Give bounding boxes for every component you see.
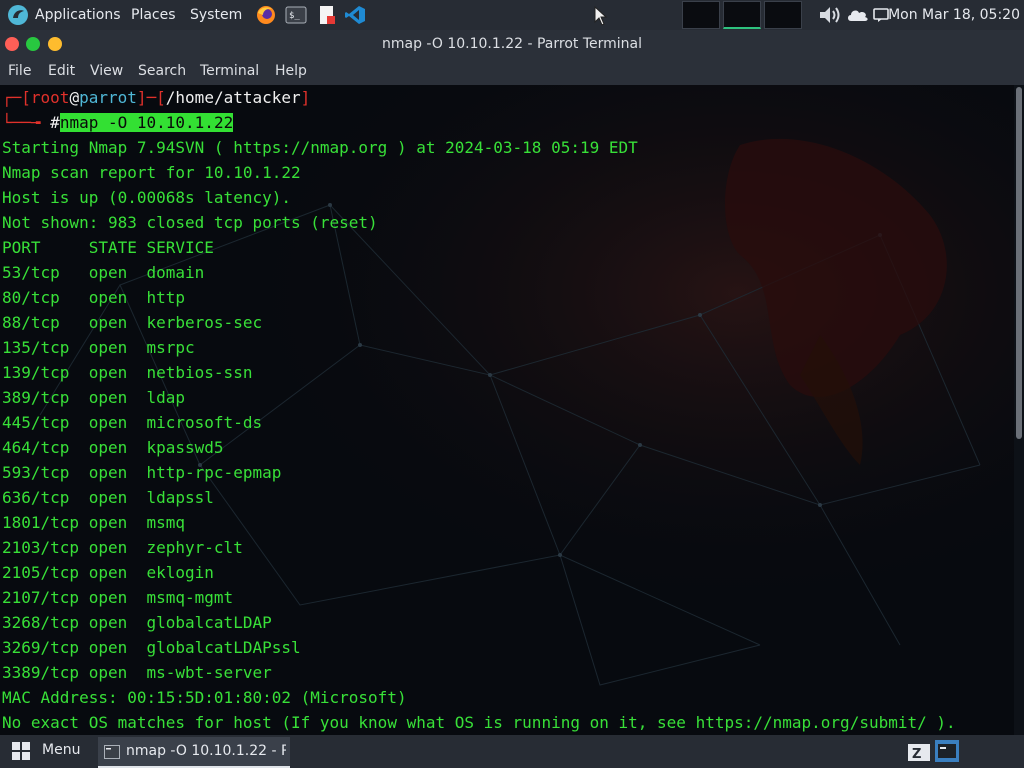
terminal-output-line: 135/tcp open msrpc xyxy=(2,338,195,357)
menu-search[interactable]: Search xyxy=(138,59,186,83)
terminal-output-line: Not shown: 983 closed tcp ports (reset) xyxy=(2,213,378,232)
menu-view[interactable]: View xyxy=(90,59,123,83)
terminal-output-line: No exact OS matches for host (If you kno… xyxy=(2,713,956,732)
scrollbar-thumb[interactable] xyxy=(1016,87,1022,439)
menu-terminal[interactable]: Terminal xyxy=(200,59,259,83)
archive-manager-icon[interactable]: Z xyxy=(907,741,931,767)
command-input[interactable]: nmap -O 10.10.1.22 xyxy=(59,113,234,132)
terminal-output-line: 1801/tcp open msmq xyxy=(2,513,186,532)
bottom-panel: Menu nmap -O 10.10.1.22 - P... Z xyxy=(0,735,1024,768)
terminal-area[interactable]: ┌─[root@parrot]─[/home/attacker] └──╼ #n… xyxy=(0,85,1024,735)
taskbar-item-label: nmap -O 10.10.1.22 - P... xyxy=(126,743,286,759)
prompt-line-2: └──╼ #nmap -O 10.10.1.22 xyxy=(2,113,234,132)
prompt-user: root xyxy=(30,88,70,107)
workspace-2[interactable] xyxy=(723,1,761,29)
terminal-output-line: MAC Address: 00:15:5D:01:80:02 (Microsof… xyxy=(2,688,407,707)
terminal-output-line: 139/tcp open netbios-ssn xyxy=(2,363,253,382)
terminal-output-line: 464/tcp open kpasswd5 xyxy=(2,438,224,457)
menubar: File Edit View Search Terminal Help xyxy=(0,59,1024,86)
parrot-logo-icon[interactable] xyxy=(6,4,30,26)
terminal-output-line: 445/tcp open microsoft-ds xyxy=(2,413,263,432)
top-panel: Applications Places System $_ Mon Mar 18… xyxy=(0,0,1024,30)
terminal-output-line: 2105/tcp open eklogin xyxy=(2,563,214,582)
menu-label: Menu xyxy=(42,742,81,758)
grid-menu-icon xyxy=(11,741,31,765)
prompt-path: /home/attacker xyxy=(165,88,301,107)
menu-help[interactable]: Help xyxy=(275,59,307,83)
terminal-output-line: 2103/tcp open zephyr-clt xyxy=(2,538,243,557)
terminal-output-line: Nmap scan report for 10.10.1.22 xyxy=(2,163,301,182)
terminal-output-line: 53/tcp open domain xyxy=(2,263,205,282)
terminal-output-line: Host is up (0.00068s latency). xyxy=(2,188,291,207)
workspace-1[interactable] xyxy=(682,1,720,29)
terminal-launcher-icon[interactable]: $_ xyxy=(285,5,307,25)
system-menu[interactable]: System xyxy=(190,0,242,30)
mouse-cursor-icon xyxy=(594,5,608,30)
prompt-hash: # xyxy=(50,113,60,132)
terminal-output-line: PORT STATE SERVICE xyxy=(2,238,214,257)
window-title: nmap -O 10.10.1.22 - Parrot Terminal xyxy=(381,36,642,52)
terminal-tray-icon[interactable] xyxy=(934,739,960,767)
terminal-output-line: 80/tcp open http xyxy=(2,288,186,307)
applications-menu[interactable]: Applications xyxy=(35,0,121,30)
network-cloud-icon[interactable] xyxy=(846,7,870,27)
menu-button[interactable]: Menu xyxy=(0,735,95,768)
places-menu[interactable]: Places xyxy=(131,0,176,30)
notification-icon[interactable] xyxy=(873,8,889,26)
terminal-output-line: 3268/tcp open globalcatLDAP xyxy=(2,613,272,632)
terminal-output-line: 389/tcp open ldap xyxy=(2,388,186,407)
prompt-at: @ xyxy=(69,88,80,107)
prompt-line-1: ┌─[root@parrot]─[/home/attacker] xyxy=(2,88,311,107)
menu-file[interactable]: File xyxy=(8,59,31,83)
terminal-output-line: 636/tcp open ldapssl xyxy=(2,488,214,507)
terminal-output-line: 3269/tcp open globalcatLDAPssl xyxy=(2,638,301,657)
terminal-output-line: Starting Nmap 7.94SVN ( https://nmap.org… xyxy=(2,138,638,157)
svg-text:Z: Z xyxy=(912,747,921,762)
terminal-output-line: 2107/tcp open msmq-mgmt xyxy=(2,588,234,607)
document-viewer-icon[interactable] xyxy=(316,5,338,25)
window-titlebar[interactable]: nmap -O 10.10.1.22 - Parrot Terminal xyxy=(0,30,1024,59)
workspace-3[interactable] xyxy=(764,1,802,29)
volume-icon[interactable] xyxy=(818,5,844,29)
terminal-scrollbar[interactable] xyxy=(1014,85,1024,735)
firefox-icon[interactable] xyxy=(255,5,277,25)
terminal-task-icon xyxy=(104,745,120,763)
terminal-output-line: 593/tcp open http-rpc-epmap xyxy=(2,463,282,482)
terminal-output-line: 3389/tcp open ms-wbt-server xyxy=(2,663,272,682)
vscode-icon[interactable] xyxy=(344,5,366,25)
clock[interactable]: Mon Mar 18, 05:20 xyxy=(888,0,1020,30)
menu-edit[interactable]: Edit xyxy=(48,59,75,83)
terminal-output-line: 88/tcp open kerberos-sec xyxy=(2,313,263,332)
svg-text:$_: $_ xyxy=(289,11,300,21)
prompt-host: parrot xyxy=(79,88,137,107)
taskbar-item-terminal[interactable]: nmap -O 10.10.1.22 - P... xyxy=(98,737,290,768)
